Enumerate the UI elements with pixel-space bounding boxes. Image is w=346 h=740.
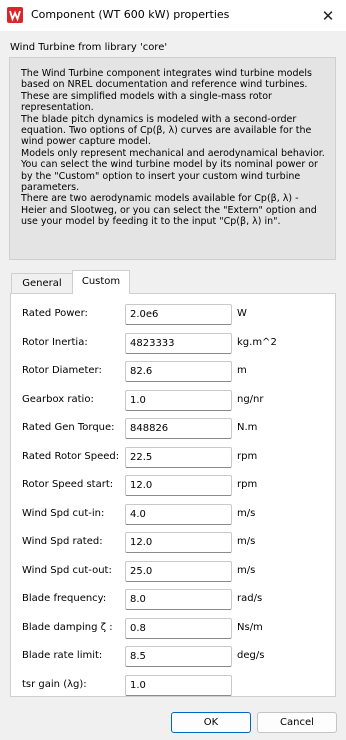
description-line: by the "Custom" option to insert your cu…: [21, 170, 301, 182]
rotor-diameter-input[interactable]: [125, 361, 232, 382]
description-box: The Wind Turbine component integrates wi…: [9, 57, 336, 260]
wind-spd-rated-input[interactable]: [125, 532, 232, 553]
param-row-blade-rate-limit: Blade rate limit: deg/s: [11, 646, 337, 668]
param-label: Rated Power:: [22, 308, 88, 319]
rotor-inertia-input[interactable]: [125, 332, 232, 354]
param-row-tsr-gain: tsr gain (λg):: [11, 674, 337, 697]
param-label: Wind Spd cut-out:: [22, 564, 112, 576]
tab-custom[interactable]: Custom: [72, 270, 130, 294]
blade-rate-limit-input[interactable]: [125, 646, 232, 667]
param-label: Wind Spd rated:: [22, 536, 103, 547]
param-row-rated-gen-torque: Rated Gen Torque: N.m: [11, 418, 337, 440]
param-unit: m/s: [237, 507, 256, 519]
param-unit: ng/nr: [237, 393, 264, 405]
component-subtitle: Wind Turbine from library 'core': [10, 42, 168, 53]
description-line: Heier and Slootweg, or you can select th…: [21, 204, 317, 216]
description-line: The blade pitch dynamics is modeled with…: [21, 113, 297, 125]
param-row-blade-frequency: Blade frequency: rad/s: [11, 589, 337, 611]
app-logo-icon: [7, 7, 23, 23]
param-unit: rpm: [237, 450, 258, 462]
param-unit: rpm: [237, 479, 258, 490]
param-row-blade-damping: Blade damping ζ : Ns/m: [11, 617, 337, 640]
param-row-rotor-speed-start: Rotor Speed start: rpm: [11, 475, 337, 497]
param-label: tsr gain (λg):: [22, 678, 87, 690]
param-label: Rated Gen Torque:: [22, 422, 115, 433]
description-line: based on NREL documentation and referenc…: [21, 79, 308, 91]
param-label: Rated Rotor Speed:: [22, 450, 120, 462]
description-line: representation.: [21, 102, 94, 114]
rated-gen-torque-input[interactable]: [125, 418, 232, 439]
param-unit: Ns/m: [237, 621, 263, 633]
param-row-rotor-inertia: Rotor Inertia: kg.m^2: [11, 332, 337, 355]
param-row-wind-spd-cut-in: Wind Spd cut-in: m/s: [11, 503, 337, 526]
param-row-rated-power: Rated Power: W: [11, 304, 337, 326]
param-unit: m/s: [237, 564, 256, 576]
param-label: Blade rate limit:: [22, 650, 103, 661]
custom-parameters-panel: Rated Power: W Rotor Inertia: kg.m^2 Rot…: [10, 293, 336, 697]
param-label: Gearbox ratio:: [22, 393, 94, 405]
param-unit: N.m: [237, 422, 258, 433]
param-row-wind-spd-rated: Wind Spd rated: m/s: [11, 532, 337, 554]
description-line: Models only represent mechanical and aer…: [21, 147, 325, 159]
ok-button[interactable]: OK: [171, 712, 251, 733]
description-text: The Wind Turbine component integrates wi…: [21, 68, 333, 227]
description-line: use your model by feeding it to the inpu…: [21, 216, 281, 228]
description-line: wind power capture model.: [21, 136, 151, 148]
description-line: The Wind Turbine component integrates wi…: [21, 68, 312, 79]
param-unit: W: [237, 308, 247, 319]
param-unit: m: [237, 365, 247, 376]
description-line: There are two aerodynamic models availab…: [21, 193, 299, 205]
tab-general[interactable]: General: [11, 273, 73, 293]
param-row-rated-rotor-speed: Rated Rotor Speed: rpm: [11, 446, 337, 469]
param-unit: rad/s: [237, 593, 263, 604]
rotor-speed-start-input[interactable]: [125, 475, 232, 496]
gearbox-ratio-input[interactable]: [125, 389, 232, 411]
param-row-rotor-diameter: Rotor Diameter: m: [11, 361, 337, 383]
rated-rotor-speed-input[interactable]: [125, 446, 232, 468]
title-bar: Component (WT 600 kW) properties ✕: [0, 0, 346, 31]
param-label: Rotor Inertia:: [22, 336, 88, 348]
param-row-wind-spd-cut-out: Wind Spd cut-out: m/s: [11, 560, 337, 583]
description-line: You can select the wind turbine model by…: [21, 159, 318, 171]
param-unit: kg.m^2: [237, 336, 277, 348]
description-line: equation. Two options of Cp(β, λ) curves…: [21, 124, 312, 136]
param-label: Wind Spd cut-in:: [22, 507, 105, 519]
param-label: Rotor Diameter:: [22, 365, 102, 376]
param-unit: deg/s: [237, 650, 265, 661]
description-line: parameters.: [21, 181, 80, 193]
param-unit: m/s: [237, 536, 256, 547]
param-row-gearbox-ratio: Gearbox ratio: ng/nr: [11, 389, 337, 412]
tsr-gain-input[interactable]: [125, 674, 232, 696]
cancel-button[interactable]: Cancel: [257, 712, 337, 733]
rated-power-input[interactable]: [125, 304, 232, 325]
close-icon[interactable]: ✕: [318, 6, 338, 26]
description-line: These are simplified models with a singl…: [21, 90, 272, 102]
blade-frequency-input[interactable]: [125, 589, 232, 610]
blade-damping-input[interactable]: [125, 617, 232, 639]
param-label: Blade frequency:: [22, 593, 107, 604]
window-title: Component (WT 600 kW) properties: [31, 8, 230, 21]
param-label: Blade damping ζ :: [22, 621, 113, 633]
param-label: Rotor Speed start:: [22, 479, 114, 490]
wind-spd-cut-out-input[interactable]: [125, 560, 232, 582]
wind-spd-cut-in-input[interactable]: [125, 503, 232, 525]
